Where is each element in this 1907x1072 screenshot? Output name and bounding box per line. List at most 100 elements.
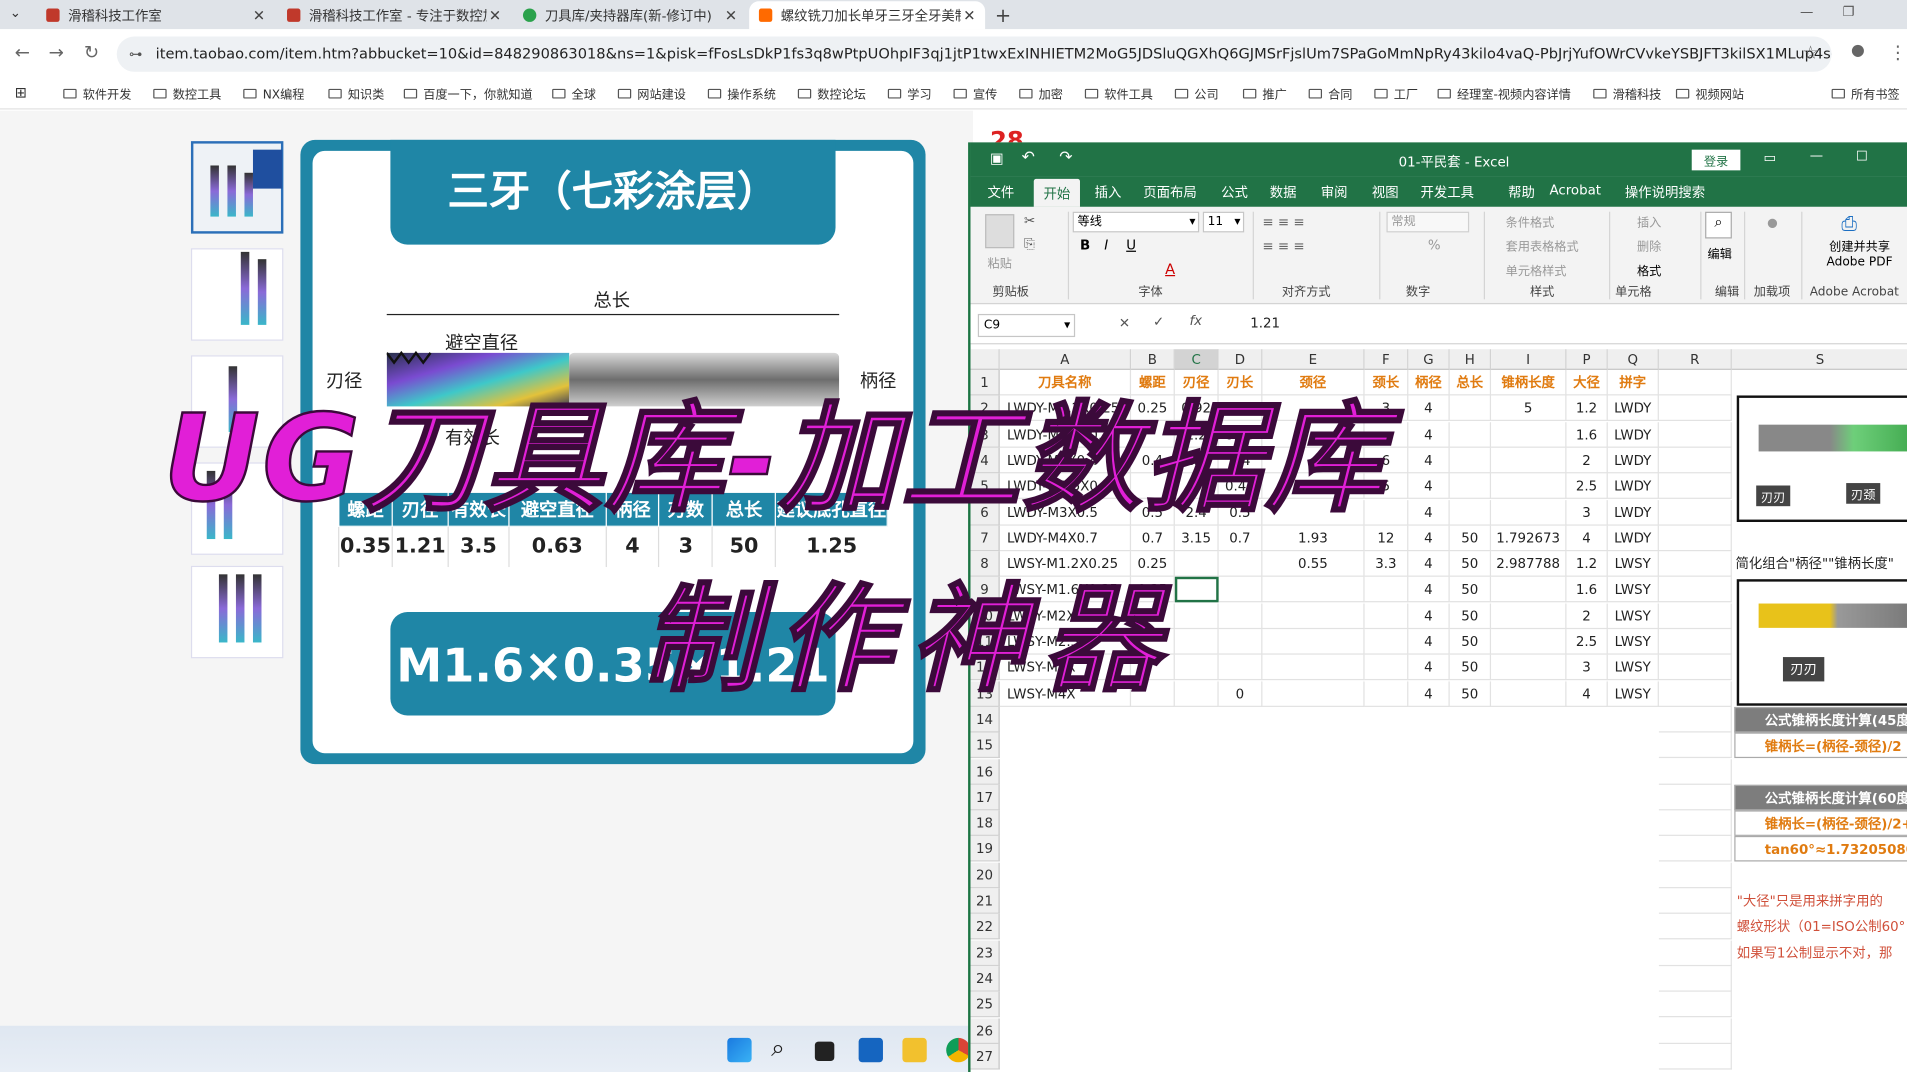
empty-cell[interactable] <box>1658 991 1732 1018</box>
browser-tab-3[interactable]: 刀具库/夹持器库(新-修订中) ✕ <box>513 1 747 29</box>
align-center-icon[interactable]: ≡ ≡ ≡ <box>1262 238 1304 254</box>
close-tab-icon[interactable]: ✕ <box>486 7 503 24</box>
bookmark-all[interactable]: 所有书签 <box>1831 84 1900 102</box>
data-cell[interactable]: 50 <box>1449 603 1492 629</box>
data-cell[interactable]: 4 <box>1566 525 1608 551</box>
tool-image-1[interactable]: 刃刃 刃颈 <box>1736 395 1907 523</box>
column-header[interactable]: H <box>1449 349 1492 370</box>
thumbnail-1[interactable] <box>190 141 284 234</box>
data-cell[interactable] <box>1218 551 1263 577</box>
column-header[interactable]: R <box>1658 349 1732 370</box>
data-cell[interactable] <box>1174 577 1219 603</box>
data-cell[interactable]: 4 <box>1408 551 1450 577</box>
header-cell[interactable]: 总长 <box>1449 369 1492 396</box>
empty-cell[interactable] <box>1658 525 1732 551</box>
cancel-icon[interactable]: ✕ <box>1119 315 1130 331</box>
close-tab-icon[interactable]: ✕ <box>722 7 739 24</box>
empty-cell[interactable] <box>1658 810 1732 837</box>
minimize-icon[interactable]: — <box>1810 147 1823 163</box>
empty-cell[interactable] <box>1658 577 1732 603</box>
edit-button[interactable]: 编辑 <box>1708 243 1732 261</box>
bookmark-item[interactable]: 经理室-视频内容详情 <box>1437 84 1571 102</box>
percent-icon[interactable]: % <box>1428 237 1441 253</box>
data-cell[interactable]: 4 <box>1408 680 1450 707</box>
data-cell[interactable]: 2.5 <box>1566 629 1608 655</box>
empty-cell[interactable] <box>1658 732 1732 759</box>
delete-cells-button[interactable]: 删除 <box>1637 236 1661 254</box>
ribbon-tab[interactable]: 插入 <box>1095 183 1122 202</box>
browser-tab-2[interactable]: 滑稽科技工作室 - 专注于数控加... ✕ <box>277 1 511 29</box>
ribbon-tab[interactable]: 页面布局 <box>1143 183 1197 202</box>
data-cell[interactable]: 3.3 <box>1364 551 1409 577</box>
header-cell[interactable]: 拼字 <box>1607 369 1659 396</box>
data-cell[interactable] <box>1491 577 1567 603</box>
paste-icon[interactable] <box>985 214 1015 249</box>
row-header[interactable]: 26 <box>970 1017 1000 1044</box>
align-icon[interactable]: ≡ ≡ ≡ <box>1262 214 1304 230</box>
data-cell[interactable]: 1.2 <box>1566 551 1608 577</box>
header-cell[interactable]: 大径 <box>1566 369 1608 396</box>
header-cell[interactable]: 锥柄长度 <box>1491 369 1567 396</box>
bookmark-item[interactable]: 工厂 <box>1374 84 1418 102</box>
find-icon[interactable]: ⌕ <box>1705 211 1732 239</box>
data-cell[interactable]: 5 <box>1491 395 1567 422</box>
data-cell[interactable]: 4 <box>1408 421 1450 448</box>
data-cell[interactable]: LWSY <box>1607 629 1659 655</box>
data-cell[interactable]: 1.792673 <box>1491 525 1567 551</box>
empty-cell[interactable] <box>1658 914 1732 940</box>
bookmark-item[interactable]: 网站建设 <box>617 84 686 102</box>
undo-icon[interactable]: ↶ <box>1022 148 1035 166</box>
bookmark-item[interactable]: 推广 <box>1242 84 1287 102</box>
ribbon-tab[interactable]: 公式 <box>1221 183 1248 202</box>
data-cell[interactable]: 2 <box>1566 447 1608 474</box>
data-cell[interactable] <box>1491 680 1567 707</box>
pdf-icon[interactable]: ⎙ <box>1841 212 1857 236</box>
data-cell[interactable] <box>1218 577 1263 603</box>
data-cell[interactable]: LWDY <box>1607 447 1659 474</box>
data-cell[interactable]: 4 <box>1566 680 1608 707</box>
font-color-icon[interactable]: A <box>1165 260 1175 277</box>
data-cell[interactable]: 4 <box>1408 654 1450 681</box>
empty-cell[interactable] <box>1658 395 1732 422</box>
data-cell[interactable]: 4 <box>1408 603 1450 629</box>
underline-icon[interactable]: U <box>1126 237 1136 253</box>
note-text[interactable]: "大径"只是用来拼字用的 <box>1734 888 1907 914</box>
browser-tab-4-active[interactable]: 螺纹铣刀加长单牙三牙全牙美制... ✕ <box>749 1 986 30</box>
close-tab-icon[interactable]: ✕ <box>251 7 268 24</box>
row-header[interactable]: 15 <box>970 732 1000 759</box>
empty-cell[interactable] <box>1658 940 1732 966</box>
bookmark-item[interactable]: 数控工具 <box>153 84 221 102</box>
bookmark-item[interactable]: 滑稽科技 <box>1593 84 1661 102</box>
data-cell[interactable] <box>1491 499 1567 526</box>
data-cell[interactable]: 1.2 <box>1566 395 1608 422</box>
task-view-icon[interactable] <box>814 1041 835 1062</box>
data-cell[interactable] <box>1262 577 1365 603</box>
insert-cells-button[interactable]: 插入 <box>1637 212 1661 230</box>
empty-cell[interactable] <box>1658 966 1732 992</box>
italic-icon[interactable]: I <box>1104 237 1108 253</box>
data-cell[interactable]: LWSY <box>1607 654 1659 681</box>
thumbnail-2[interactable] <box>190 248 284 341</box>
empty-cell[interactable] <box>1658 421 1732 448</box>
data-cell[interactable] <box>1218 603 1263 629</box>
data-cell[interactable] <box>1364 577 1409 603</box>
empty-cell[interactable] <box>1658 758 1732 785</box>
empty-cell[interactable] <box>1658 862 1732 888</box>
data-cell[interactable] <box>1491 421 1567 448</box>
data-cell[interactable]: 4 <box>1408 395 1450 422</box>
row-header[interactable]: 17 <box>970 784 1000 811</box>
data-cell[interactable]: 1.6 <box>1566 577 1608 603</box>
data-cell[interactable]: 2 <box>1566 603 1608 629</box>
browser-tab-1[interactable]: 滑稽科技工作室 ✕ <box>36 1 274 29</box>
empty-cell[interactable] <box>1658 706 1732 733</box>
column-header[interactable]: Q <box>1607 349 1659 370</box>
data-cell[interactable] <box>1491 473 1567 500</box>
data-cell[interactable] <box>1262 603 1365 629</box>
formula-note[interactable]: tan60°≈1.73205080 <box>1734 836 1907 862</box>
data-cell[interactable] <box>1449 421 1492 448</box>
tab-list-icon[interactable]: ⌄ <box>10 5 21 21</box>
empty-cell[interactable] <box>1658 447 1732 474</box>
addin-icon[interactable]: ● <box>1767 217 1778 230</box>
row-header[interactable]: 23 <box>970 940 1000 966</box>
data-cell[interactable] <box>1262 654 1365 681</box>
